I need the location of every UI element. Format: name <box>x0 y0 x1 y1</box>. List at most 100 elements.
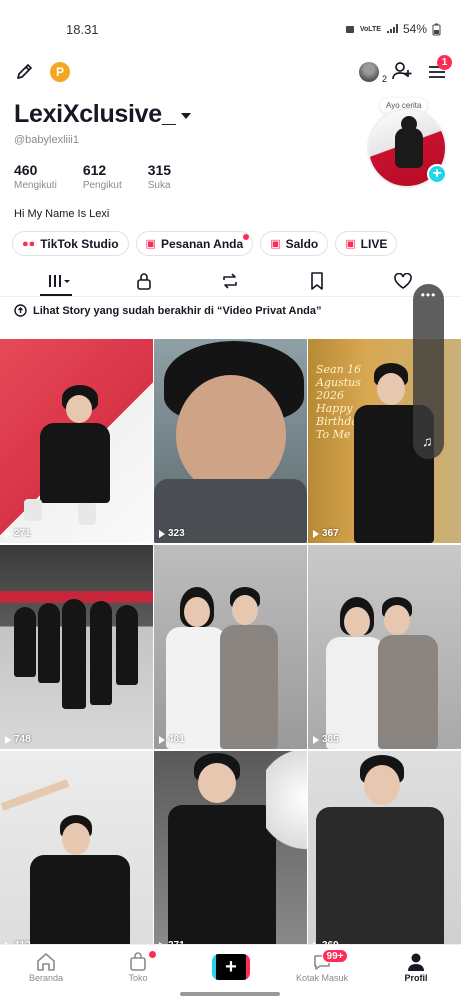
live-icon: ▣ <box>345 238 356 250</box>
tab-saved[interactable] <box>302 270 332 292</box>
nav-profile[interactable]: Profil <box>386 951 446 983</box>
thumb-figure <box>62 823 90 855</box>
view-count-value: 385 <box>322 734 339 745</box>
play-icon <box>313 529 319 538</box>
stat-followers[interactable]: 612 Pengikut <box>83 162 122 191</box>
edit-icon[interactable] <box>14 60 36 82</box>
tab-videos[interactable] <box>44 270 74 292</box>
chevron-down-icon[interactable] <box>181 113 191 119</box>
play-icon <box>159 529 165 538</box>
video-thumbnail[interactable]: 369 <box>308 751 461 955</box>
notification-dot <box>243 234 250 240</box>
thumb-figure <box>40 423 110 503</box>
story-archive-icon <box>14 304 27 317</box>
view-count-value: 323 <box>168 528 185 539</box>
play-icon <box>5 529 11 538</box>
video-thumbnail[interactable]: 323 <box>154 339 307 543</box>
profile-bio[interactable]: Hi My Name Is Lexi <box>14 208 109 220</box>
nav-home[interactable]: Beranda <box>16 951 76 983</box>
play-icon <box>5 735 11 744</box>
username[interactable]: LexiXclusive_ <box>14 100 176 129</box>
thumb-figure <box>316 807 444 955</box>
status-time: 18.31 <box>66 22 99 37</box>
battery-icon <box>432 23 441 35</box>
thumb-figure <box>38 603 60 683</box>
status-bar: 18.31 VoLTE 54% <box>0 0 461 56</box>
profile-stats: 460 Mengikuti 612 Pengikut 315 Suka <box>14 162 197 191</box>
thumb-figure <box>377 373 405 405</box>
profile-icon <box>408 953 424 971</box>
view-count-value: 367 <box>322 528 339 539</box>
more-dots-icon[interactable]: ••• <box>413 288 444 302</box>
stat-value: 460 <box>14 162 38 178</box>
battery-percent: 54% <box>402 22 427 36</box>
coin-icon[interactable]: P <box>50 62 70 82</box>
heart-icon <box>394 273 412 289</box>
wallet-icon: ▣ <box>270 238 281 250</box>
expired-stories-link[interactable]: Lihat Story yang sudah berakhir di “Vide… <box>14 304 322 317</box>
floating-music-panel[interactable]: ••• ♫ <box>413 284 444 459</box>
view-count: 323 <box>159 528 185 539</box>
thumb-figure <box>176 375 286 495</box>
account-count-badge: 2 <box>381 74 387 84</box>
thumb-figure <box>364 765 400 805</box>
menu-icon[interactable]: 1 <box>426 55 452 83</box>
add-friend-icon[interactable] <box>390 59 414 83</box>
nav-label: Profil <box>404 973 428 983</box>
profile-top-bar: P 2 1 <box>0 55 461 88</box>
shop-icon <box>130 952 146 971</box>
chip-live[interactable]: ▣ LIVE <box>335 231 398 256</box>
stat-label: Mengikuti <box>14 180 57 191</box>
nav-inbox[interactable]: Kotak Masuk 99+ <box>292 949 352 983</box>
people-icon: ●● <box>22 237 36 250</box>
add-story-button[interactable]: + <box>427 164 447 184</box>
tab-private[interactable] <box>129 270 159 292</box>
play-icon <box>159 735 165 744</box>
bookmark-icon <box>311 272 323 290</box>
thumb-figure <box>184 597 210 627</box>
stat-following[interactable]: 460 Mengikuti <box>14 162 57 191</box>
tab-reposts[interactable] <box>215 270 245 292</box>
thumb-figure <box>30 855 130 955</box>
chip-label: Saldo <box>285 236 319 251</box>
repost-icon <box>223 273 237 289</box>
music-note-icon[interactable]: ♫ <box>422 433 433 449</box>
grid-icon <box>49 275 70 287</box>
thumb-figure <box>168 805 276 955</box>
video-thumbnail[interactable]: 748 <box>0 545 153 749</box>
view-count: 385 <box>313 734 339 745</box>
avatar-figure <box>395 128 423 168</box>
content-tabs <box>0 266 461 296</box>
thumb-figure <box>384 605 410 635</box>
thumb-figure <box>232 595 258 625</box>
video-thumbnail[interactable]: 271 <box>154 751 307 955</box>
thumb-figure <box>62 599 86 709</box>
chip-balance[interactable]: ▣ Saldo <box>260 231 329 256</box>
chip-orders[interactable]: ▣ Pesanan Anda <box>135 231 254 256</box>
bag-icon: ▣ <box>145 238 156 250</box>
alarm-icon <box>345 26 354 33</box>
nav-shop[interactable]: Toko <box>108 951 168 983</box>
lock-icon <box>137 273 151 290</box>
account-switch-button[interactable]: 2 <box>357 60 387 84</box>
home-indicator <box>180 992 280 996</box>
nav-label: Toko <box>128 973 148 983</box>
thumb-figure <box>90 601 112 705</box>
thumb-figure <box>14 607 36 677</box>
thumb-shoe <box>24 499 42 521</box>
thumb-figure <box>198 763 236 803</box>
user-handle: @babylexliii1 <box>14 134 79 146</box>
video-thumbnail[interactable]: 413 <box>0 751 153 955</box>
view-count-value: 748 <box>14 734 31 745</box>
play-icon <box>313 735 319 744</box>
create-post-button[interactable]: + <box>212 954 250 980</box>
view-count: 748 <box>5 734 31 745</box>
video-thumbnail[interactable]: 481 <box>154 545 307 749</box>
stat-likes[interactable]: 315 Suka <box>148 162 171 191</box>
view-count: 367 <box>313 528 339 539</box>
video-thumbnail[interactable]: 385 <box>308 545 461 749</box>
thumb-figure <box>166 627 226 749</box>
chip-tiktok-studio[interactable]: ●● TikTok Studio <box>12 231 129 256</box>
volte-label: VoLTE <box>359 25 381 33</box>
video-thumbnail[interactable]: 271 <box>0 339 153 543</box>
